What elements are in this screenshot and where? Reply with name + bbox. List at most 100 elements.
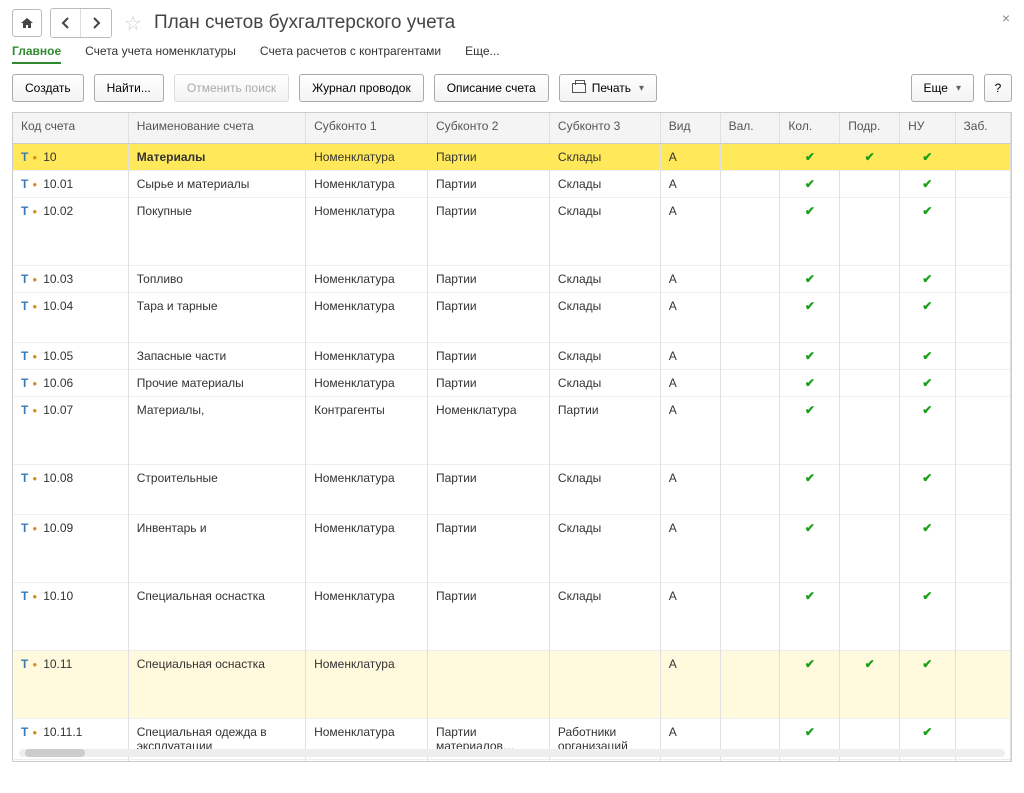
cell-code: T●10.09: [13, 514, 128, 582]
check-icon: ✔: [908, 272, 946, 286]
journal-button[interactable]: Журнал проводок: [299, 74, 424, 102]
table-row[interactable]: T●10.04Тара и тарныеНоменклатураПартииСк…: [13, 292, 1011, 342]
favorite-star-icon[interactable]: ☆: [124, 11, 142, 36]
table-row[interactable]: T●10.03ТопливоНоменклатураПартииСкладыА✔…: [13, 265, 1011, 292]
cell-sub2: Номенклатура: [428, 396, 550, 464]
cell-sub1: Номенклатура: [306, 369, 428, 396]
account-icon: T: [21, 272, 28, 286]
cell-sub3: Склады: [549, 369, 660, 396]
cell-kind: А: [660, 582, 720, 650]
account-dot-icon: ●: [32, 406, 37, 415]
cell-sub3: [549, 759, 660, 762]
col-qty[interactable]: Кол.: [780, 113, 840, 143]
table-row[interactable]: T●10.01Сырье и материалыНоменклатураПарт…: [13, 170, 1011, 197]
cell-sub2: Партии: [428, 197, 550, 265]
back-button[interactable]: [51, 9, 81, 37]
table-row[interactable]: T●10.11Специальная оснасткаНоменклатураА…: [13, 650, 1011, 718]
col-dept[interactable]: Подр.: [840, 113, 900, 143]
cell-code: T●10: [13, 143, 128, 170]
col-cur[interactable]: Вал.: [720, 113, 780, 143]
check-icon: ✔: [908, 204, 946, 218]
cell-sub2: Партии: [428, 514, 550, 582]
cell-off: [955, 265, 1010, 292]
cell-off: [955, 197, 1010, 265]
col-sub3[interactable]: Субконто 3: [549, 113, 660, 143]
cell-off: [955, 292, 1010, 342]
cell-kind: А: [660, 292, 720, 342]
cell-code: T●10.11: [13, 650, 128, 718]
table-row[interactable]: T●10.10Специальная оснасткаНоменклатураП…: [13, 582, 1011, 650]
arrow-left-icon: [60, 17, 72, 29]
table-row[interactable]: T●10.02ПокупныеНоменклатураПартииСкладыА…: [13, 197, 1011, 265]
cell-code: T●10.08: [13, 464, 128, 514]
check-icon: ✔: [788, 403, 831, 417]
table-row[interactable]: T●10.09Инвентарь иНоменклатураПартииСкла…: [13, 514, 1011, 582]
tab-main[interactable]: Главное: [12, 44, 61, 64]
account-dot-icon: ●: [32, 302, 37, 311]
check-icon: ✔: [908, 177, 946, 191]
find-button[interactable]: Найти...: [94, 74, 164, 102]
col-name[interactable]: Наименование счета: [128, 113, 305, 143]
cell-kind: А: [660, 650, 720, 718]
col-sub2[interactable]: Субконто 2: [428, 113, 550, 143]
scrollbar-thumb[interactable]: [25, 749, 85, 757]
tabs: Главное Счета учета номенклатуры Счета р…: [12, 44, 1012, 64]
col-kind[interactable]: Вид: [660, 113, 720, 143]
help-button[interactable]: ?: [984, 74, 1012, 102]
cell-name: Тара и тарные: [128, 292, 305, 342]
forward-button[interactable]: [81, 9, 111, 37]
account-dot-icon: ●: [32, 660, 37, 669]
cell-cur: [720, 582, 780, 650]
cell-sub2: [428, 759, 550, 762]
cell-qty: ✔: [780, 369, 840, 396]
printer-icon: [572, 83, 586, 93]
cell-sub1: Номенклатура: [306, 759, 428, 762]
cell-qty: ✔: [780, 514, 840, 582]
table-row[interactable]: T●10.08СтроительныеНоменклатураПартииСкл…: [13, 464, 1011, 514]
accounts-table[interactable]: Код счета Наименование счета Субконто 1 …: [13, 113, 1011, 762]
accounts-table-container: Код счета Наименование счета Субконто 1 …: [12, 112, 1012, 762]
account-icon: T: [21, 589, 28, 603]
account-icon: T: [21, 521, 28, 535]
table-row[interactable]: T●10.06Прочие материалыНоменклатураПарти…: [13, 369, 1011, 396]
cell-nu: ✔: [900, 759, 955, 762]
cell-dept: [840, 396, 900, 464]
table-row[interactable]: T●10МатериалыНоменклатураПартииСкладыА✔✔…: [13, 143, 1011, 170]
create-button[interactable]: Создать: [12, 74, 84, 102]
cell-sub1: Номенклатура: [306, 582, 428, 650]
account-icon: T: [21, 725, 28, 739]
cell-nu: ✔: [900, 265, 955, 292]
table-row[interactable]: T●10.05Запасные частиНоменклатураПартииС…: [13, 342, 1011, 369]
col-nu[interactable]: НУ: [900, 113, 955, 143]
home-button[interactable]: [12, 9, 42, 37]
tab-nomenclature[interactable]: Счета учета номенклатуры: [85, 44, 236, 64]
cell-name: Специальная оснастка: [128, 650, 305, 718]
tab-more[interactable]: Еще...: [465, 44, 499, 64]
cell-nu: ✔: [900, 464, 955, 514]
cell-cur: [720, 369, 780, 396]
description-button[interactable]: Описание счета: [434, 74, 549, 102]
cell-sub3: Склады: [549, 292, 660, 342]
cell-dept: [840, 582, 900, 650]
cell-off: [955, 514, 1010, 582]
cell-cur: [720, 197, 780, 265]
cell-sub1: Номенклатура: [306, 143, 428, 170]
close-button[interactable]: ×: [1002, 10, 1010, 26]
table-row[interactable]: T●10.11.2Специальная оснасткаНоменклатур…: [13, 759, 1011, 762]
col-off[interactable]: Заб.: [955, 113, 1010, 143]
tab-contractors[interactable]: Счета расчетов с контрагентами: [260, 44, 441, 64]
col-code[interactable]: Код счета: [13, 113, 128, 143]
horizontal-scrollbar[interactable]: [19, 749, 1005, 757]
cell-kind: А: [660, 396, 720, 464]
table-row[interactable]: T●10.07Материалы,КонтрагентыНоменклатура…: [13, 396, 1011, 464]
cell-name: Топливо: [128, 265, 305, 292]
print-button[interactable]: Печать ▾: [559, 74, 657, 102]
cell-code: T●10.10: [13, 582, 128, 650]
check-icon: ✔: [788, 177, 831, 191]
cell-nu: ✔: [900, 650, 955, 718]
col-sub1[interactable]: Субконто 1: [306, 113, 428, 143]
more-button[interactable]: Еще ▾: [911, 74, 974, 102]
account-dot-icon: ●: [32, 180, 37, 189]
check-icon: ✔: [788, 657, 831, 671]
cell-nu: ✔: [900, 292, 955, 342]
